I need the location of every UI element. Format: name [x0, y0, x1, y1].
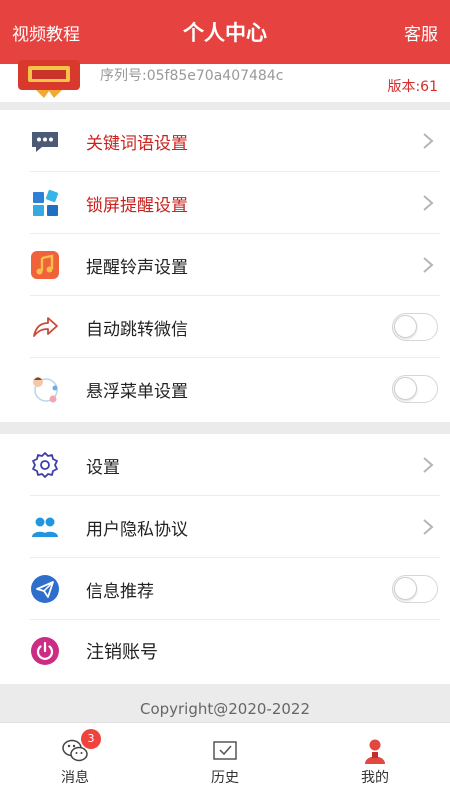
avatar [18, 60, 80, 98]
users-icon [32, 517, 58, 537]
version-label: 版本:61 [387, 79, 438, 95]
chat-bubble-icon [32, 132, 58, 152]
tab-history[interactable]: 历史 [150, 723, 300, 801]
tab-messages-label: 消息 [61, 770, 89, 786]
floating-menu-row: 悬浮菜单设置 [0, 358, 450, 420]
keyword-settings-row[interactable]: 关键词语设置 [0, 110, 450, 172]
power-icon [31, 637, 59, 665]
tab-mine[interactable]: 我的 [300, 723, 450, 801]
share-arrow-icon [33, 317, 58, 337]
bottom-tab-bar: 3 消息 历史 我的 [0, 722, 450, 801]
delete-account-label: 注销账号 [86, 642, 158, 663]
chevron-right-icon [423, 519, 434, 535]
profile-card: 序列号:05f85e70a407484c 版本:61 [0, 60, 450, 102]
copyright-text: Copyright@2020-2022 [139, 700, 311, 718]
header-bar: 视频教程 个人中心 客服 [0, 0, 450, 64]
customer-service-link[interactable]: 客服 [404, 20, 438, 45]
chevron-right-icon [423, 133, 434, 149]
ringtone-settings-row[interactable]: 提醒铃声设置 [0, 234, 450, 296]
auto-jump-wechat-toggle[interactable] [392, 313, 438, 341]
tab-messages[interactable]: 3 消息 [0, 723, 150, 801]
serial-number: 序列号:05f85e70a407484c [100, 68, 284, 84]
keyword-settings-label: 关键词语设置 [86, 134, 188, 154]
toggle-knob [394, 315, 417, 338]
info-recommend-label: 信息推荐 [86, 582, 154, 602]
person-icon [365, 739, 385, 764]
info-recommend-row: 信息推荐 [0, 558, 450, 620]
floating-menu-icon [33, 377, 58, 403]
floating-menu-label: 悬浮菜单设置 [86, 382, 188, 402]
toggle-knob [394, 377, 417, 400]
page-title: 个人中心 [183, 21, 267, 45]
settings-row[interactable]: 设置 [0, 434, 450, 496]
lockscreen-reminder-row[interactable]: 锁屏提醒设置 [0, 172, 450, 234]
chevron-right-icon [423, 195, 434, 211]
lockscreen-reminder-label: 锁屏提醒设置 [86, 196, 188, 216]
auto-jump-wechat-label: 自动跳转微信 [86, 320, 188, 340]
tab-mine-label: 我的 [361, 770, 389, 786]
floating-menu-toggle[interactable] [392, 375, 438, 403]
ringtone-settings-label: 提醒铃声设置 [86, 258, 188, 278]
delete-account-row[interactable]: 注销账号 [0, 620, 450, 682]
privacy-policy-row[interactable]: 用户隐私协议 [0, 496, 450, 558]
privacy-policy-label: 用户隐私协议 [86, 520, 188, 540]
auto-jump-wechat-row: 自动跳转微信 [0, 296, 450, 358]
chevron-right-icon [423, 257, 434, 273]
unread-badge: 3 [81, 729, 101, 749]
tab-history-label: 历史 [211, 770, 239, 786]
music-note-icon [31, 251, 59, 279]
apps-grid-icon [33, 189, 59, 216]
paper-plane-icon [31, 575, 59, 603]
settings-label: 设置 [86, 458, 120, 478]
toggle-knob [394, 577, 417, 600]
menu-group-primary: 关键词语设置 锁屏提醒设置 提醒铃声设置 自动跳转微信 悬浮菜单设置 [0, 110, 450, 422]
menu-group-secondary: 设置 用户隐私协议 信息推荐 注销账号 [0, 434, 450, 684]
chevron-right-icon [423, 457, 434, 473]
info-recommend-toggle[interactable] [392, 575, 438, 603]
mail-icon [213, 741, 237, 760]
gear-icon [32, 452, 58, 478]
